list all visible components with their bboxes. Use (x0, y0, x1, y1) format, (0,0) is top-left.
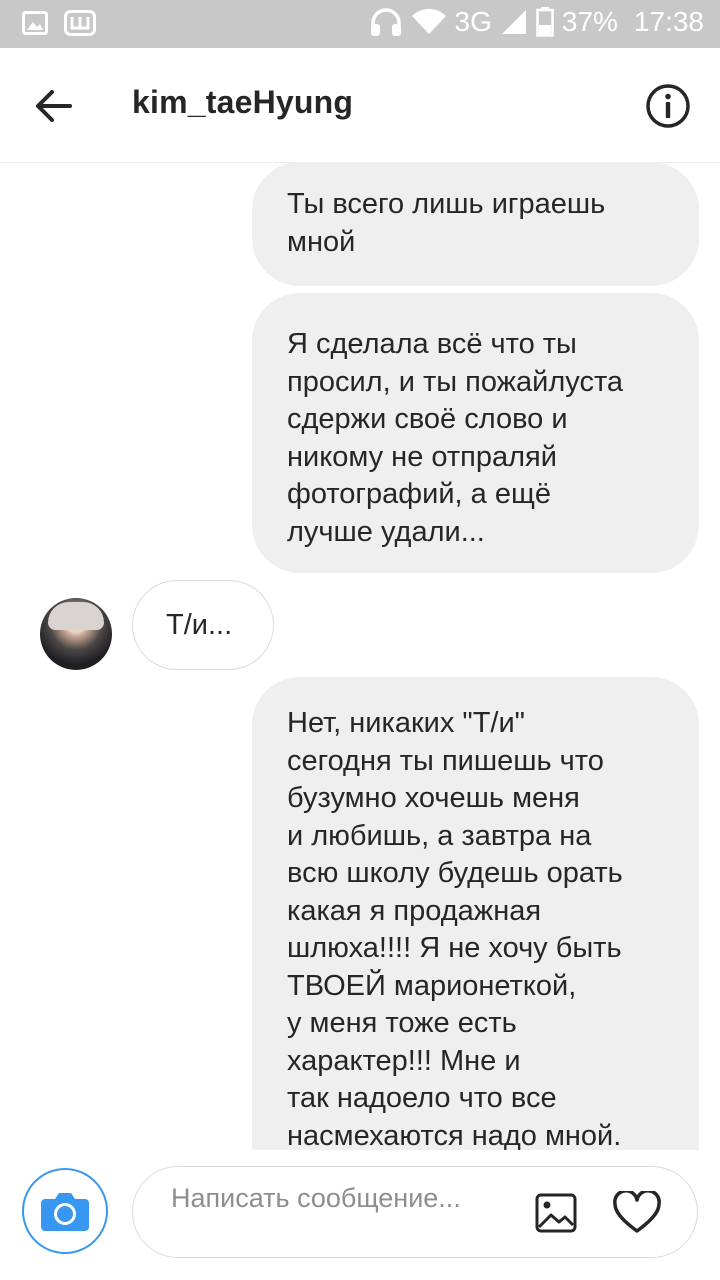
message-input-container (132, 1166, 698, 1258)
chat-username[interactable]: kim_taeHyung (132, 84, 353, 121)
clock: 17:38 (633, 6, 704, 37)
gallery-icon[interactable] (535, 1193, 577, 1233)
avatar[interactable] (40, 598, 112, 670)
chat-header: kim_taeHyung (0, 48, 720, 163)
image-icon (22, 11, 48, 35)
battery-icon (536, 7, 554, 37)
info-icon[interactable] (644, 82, 692, 130)
app-w-icon (64, 10, 96, 36)
message-input[interactable] (171, 1181, 511, 1247)
message-thread[interactable]: Ты всего лишь играешь мной Я сделала всё… (0, 162, 720, 1150)
message-outgoing[interactable]: Я сделала всё что ты просил, и ты пожайл… (252, 293, 699, 573)
message-incoming[interactable]: Т/и... (132, 580, 274, 670)
back-arrow-icon[interactable] (30, 84, 82, 128)
camera-button[interactable] (22, 1168, 108, 1254)
battery-percent: 37% (561, 6, 618, 37)
network-type: 3G (454, 6, 492, 37)
status-bar-notifications (22, 10, 96, 36)
headphones-icon (370, 8, 401, 36)
signal-icon (501, 10, 526, 34)
message-outgoing[interactable]: Нет, никаких "Т/и" сегодня ты пишешь что… (252, 677, 699, 1150)
status-bar: 3G 37% 17:38 (0, 0, 720, 48)
camera-icon (41, 1193, 89, 1231)
message-composer (0, 1150, 720, 1280)
wifi-icon (411, 8, 446, 34)
status-bar-system: 3G 37% 17:38 (369, 6, 704, 38)
message-outgoing[interactable]: Ты всего лишь играешь мной (252, 162, 699, 286)
heart-icon[interactable] (613, 1191, 661, 1235)
